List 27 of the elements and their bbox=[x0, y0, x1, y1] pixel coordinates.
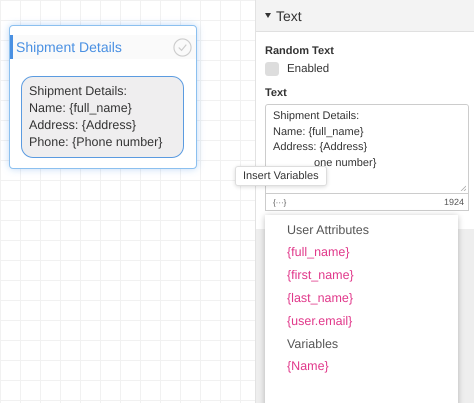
resize-grip-icon[interactable] bbox=[460, 185, 466, 191]
field-label: Text bbox=[265, 87, 288, 99]
message-node[interactable]: Shipment Details Shipment Details: Name: {full_name} Address: {Address} Phone: {Phone number} bbox=[9, 25, 197, 169]
variable-item[interactable]: {last_name} bbox=[287, 291, 458, 305]
message-line: Phone: {Phone number} bbox=[29, 134, 164, 151]
variable-item[interactable]: {user.email} bbox=[287, 314, 458, 328]
message-line: Shipment Details: bbox=[29, 83, 128, 100]
group-heading: Variables bbox=[287, 337, 340, 351]
variable-item[interactable]: {Name} bbox=[287, 359, 458, 373]
insert-variables-button[interactable]: {···} bbox=[273, 198, 286, 206]
section-title: Text bbox=[276, 8, 302, 24]
text-line: Address: {Address} bbox=[273, 140, 368, 155]
node-title: Shipment Details bbox=[16, 39, 122, 55]
tooltip: Insert Variables bbox=[235, 166, 327, 186]
character-count: 1924 bbox=[444, 197, 464, 207]
group-heading: User Attributes bbox=[287, 223, 370, 237]
variable-item[interactable]: {first_name} bbox=[287, 268, 458, 282]
field-label: Random Text bbox=[265, 45, 335, 57]
variable-item[interactable]: {full_name} bbox=[287, 245, 458, 259]
checkbox-label: Enabled bbox=[287, 63, 330, 75]
message-line: Address: {Address} bbox=[29, 117, 138, 134]
section-header[interactable]: Text bbox=[256, 0, 474, 32]
check-circle-icon[interactable] bbox=[173, 38, 192, 56]
message-line: Name: {full_name} bbox=[29, 100, 133, 117]
text-line: Shipment Details: bbox=[273, 109, 360, 124]
checkbox[interactable] bbox=[265, 62, 279, 76]
text-line: Name: {full_name} bbox=[273, 124, 364, 140]
